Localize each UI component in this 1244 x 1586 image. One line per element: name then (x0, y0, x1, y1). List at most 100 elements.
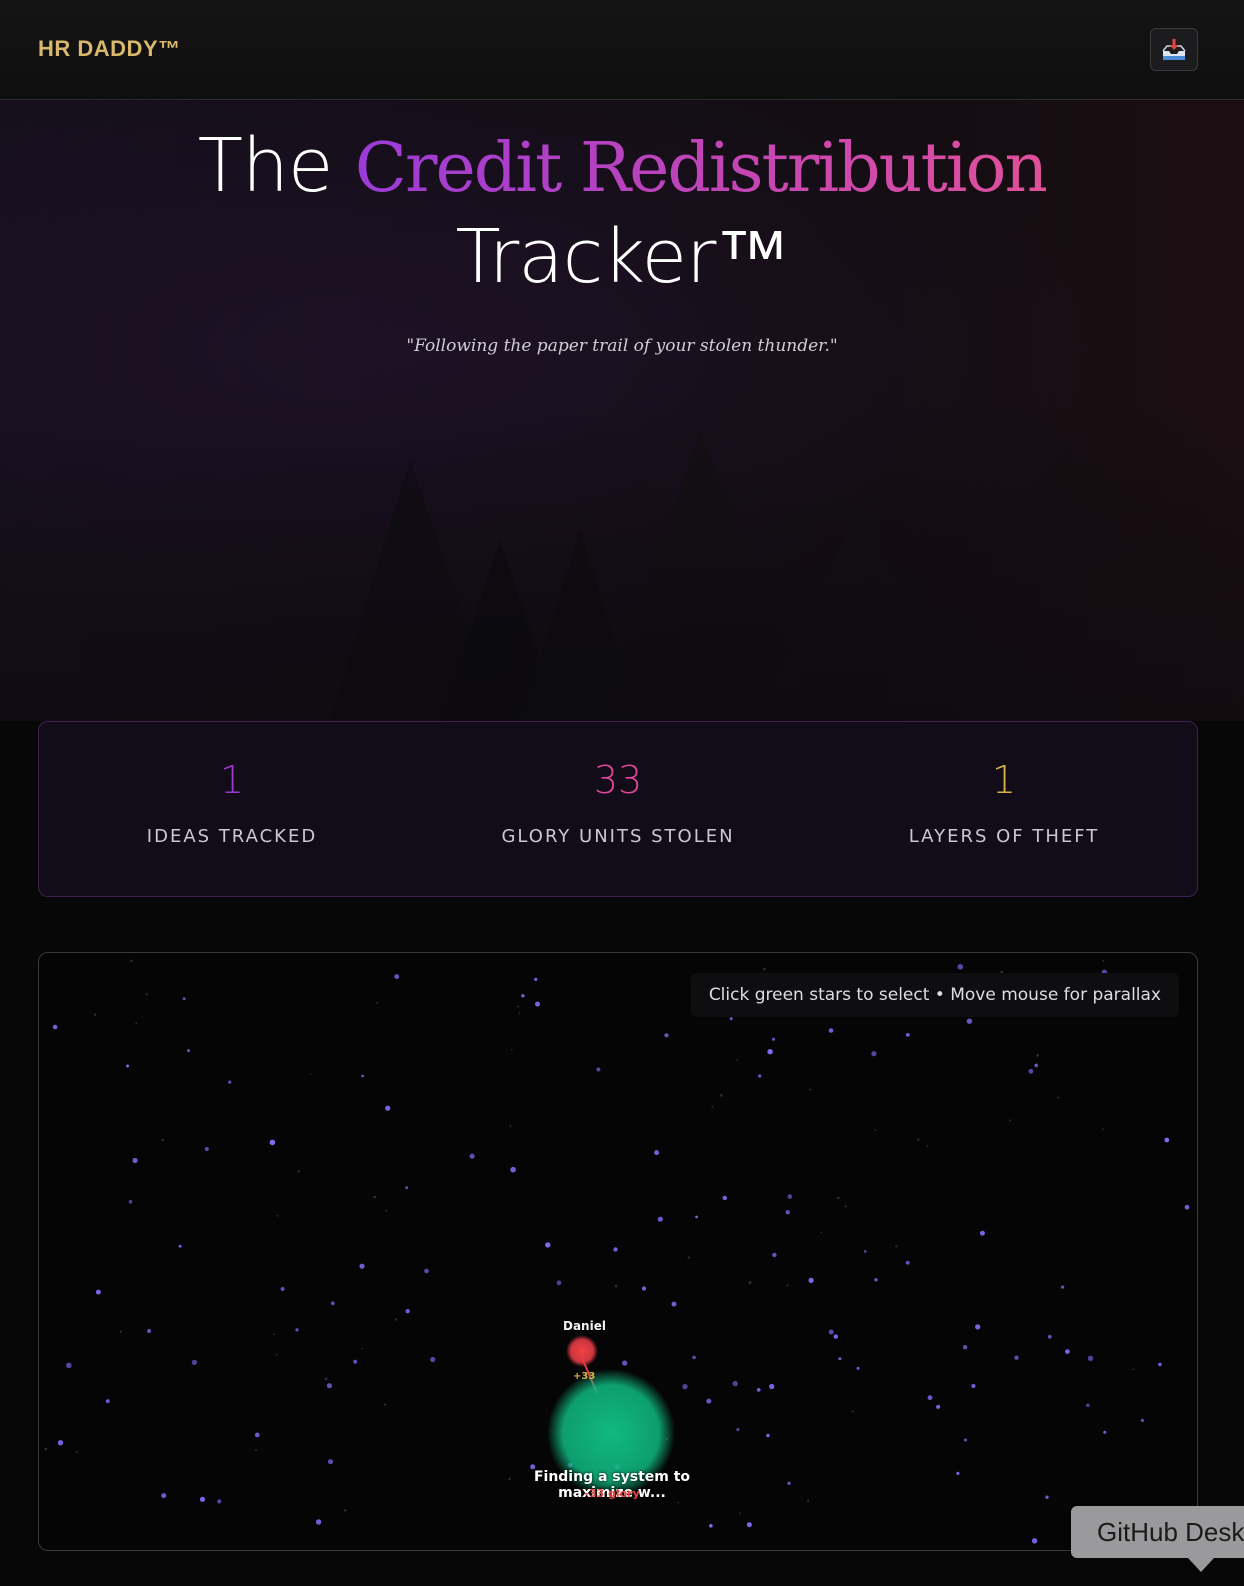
title-suffix: Tracker™ (455, 214, 790, 300)
star-dot (373, 1195, 377, 1199)
star-dot (828, 1028, 834, 1033)
star-dot (966, 1018, 973, 1024)
star-dot (516, 1005, 519, 1008)
star-dot (275, 1353, 278, 1356)
star-dot (430, 1356, 436, 1363)
star-dot (328, 1459, 333, 1465)
star-dot (905, 1033, 910, 1037)
inbox-button[interactable] (1150, 28, 1198, 71)
star-dot (927, 1395, 933, 1401)
star-dot (385, 1209, 388, 1212)
star-dot (746, 1522, 752, 1528)
star-dot (936, 1404, 941, 1409)
star-dot (695, 1215, 698, 1219)
star-dot (1158, 1362, 1162, 1367)
star-dot (509, 1124, 512, 1127)
star-dot (1140, 1418, 1145, 1423)
page-title: The Credit Redistribution Tracker™ (0, 122, 1244, 301)
star-dot (820, 1231, 822, 1234)
star-dot (1047, 1334, 1052, 1339)
star-dot (874, 1129, 877, 1132)
star-dot (614, 1284, 618, 1288)
star-dot (405, 1186, 408, 1190)
star-dot (297, 1170, 300, 1173)
stat-layers-of-theft: 1 LAYERS OF THEFT (811, 722, 1197, 896)
star-dot (217, 1499, 222, 1504)
star-dot (135, 1022, 138, 1025)
star-dot (161, 1138, 164, 1142)
star-dot (1057, 1096, 1060, 1099)
top-bar: HR DADDY™ (0, 0, 1244, 100)
star-dot (926, 1145, 929, 1148)
star-dot (353, 1359, 358, 1364)
star-dot (766, 1433, 770, 1438)
thief-node[interactable] (566, 1335, 598, 1367)
star-dot (807, 1499, 810, 1502)
canvas-hint: Click green stars to select • Move mouse… (690, 973, 1179, 1017)
star-dot (1009, 1119, 1012, 1122)
star-dot (385, 1105, 391, 1111)
star-dot (711, 1105, 714, 1108)
thief-gain-label: +33 (573, 1371, 596, 1382)
star-dot (787, 1194, 793, 1199)
star-dot (182, 997, 186, 1001)
star-dot (971, 1383, 976, 1389)
star-dot (905, 1260, 910, 1265)
star-dot (787, 1481, 791, 1485)
star-dot (736, 1059, 738, 1061)
stats-panel: 1 IDEAS TRACKED 33 GLORY UNITS STOLEN 1 … (38, 721, 1198, 897)
star-dot (758, 1074, 762, 1078)
star-dot (895, 1245, 898, 1248)
star-dot (720, 1094, 723, 1097)
stat-glory-stolen: 33 GLORY UNITS STOLEN (425, 722, 811, 896)
star-dot (424, 1268, 429, 1274)
stat-label: LAYERS OF THEFT (908, 826, 1100, 847)
star-dot (1061, 1285, 1065, 1289)
stat-ideas-tracked: 1 IDEAS TRACKED (39, 722, 425, 896)
star-dot (979, 1230, 985, 1236)
star-dot (622, 1360, 628, 1366)
star-dot (44, 1447, 48, 1451)
star-dot (771, 1037, 776, 1041)
star-dot (1132, 1368, 1135, 1371)
star-dot (856, 1366, 860, 1370)
star-dot (132, 1157, 138, 1164)
star-dot (664, 1033, 669, 1038)
star-dot (709, 1524, 713, 1528)
star-dot (641, 1286, 647, 1291)
star-dot (654, 1150, 660, 1156)
star-dot (309, 1073, 312, 1076)
star-dot (964, 1438, 967, 1442)
star-dot (657, 1216, 663, 1222)
dock-tooltip: GitHub Desktop (1071, 1506, 1244, 1558)
stat-value: 1 (991, 758, 1017, 802)
star-dot (178, 1244, 182, 1248)
star-dot (315, 1519, 322, 1525)
star-dot (871, 1051, 877, 1057)
idea-loss-label: -33 glory (584, 1487, 640, 1500)
star-dot (1028, 1068, 1034, 1074)
star-dot (1034, 1063, 1038, 1068)
star-dot (191, 1359, 198, 1366)
constellation-canvas[interactable]: Click green stars to select • Move mouse… (38, 952, 1198, 1551)
star-dot (863, 1250, 867, 1253)
star-dot (844, 1205, 847, 1208)
star-dot (66, 1362, 72, 1368)
star-dot (692, 1355, 696, 1360)
star-dot (957, 964, 964, 970)
star-dot (1102, 1128, 1104, 1131)
star-dot (769, 1383, 775, 1390)
star-dot (738, 1512, 741, 1515)
inbox-tray-icon (1162, 38, 1186, 60)
brand-logo[interactable]: HR DADDY™ (38, 36, 181, 62)
star-dot (199, 1496, 206, 1502)
star-dot (273, 1333, 276, 1336)
star-dot (269, 1139, 276, 1146)
star-dot (521, 994, 525, 998)
star-dot (706, 1398, 712, 1404)
star-dot (736, 1428, 740, 1432)
star-dot (119, 1330, 122, 1333)
thief-name-label: Daniel (563, 1319, 606, 1333)
star-dot (874, 1278, 878, 1282)
star-dot (534, 977, 538, 981)
